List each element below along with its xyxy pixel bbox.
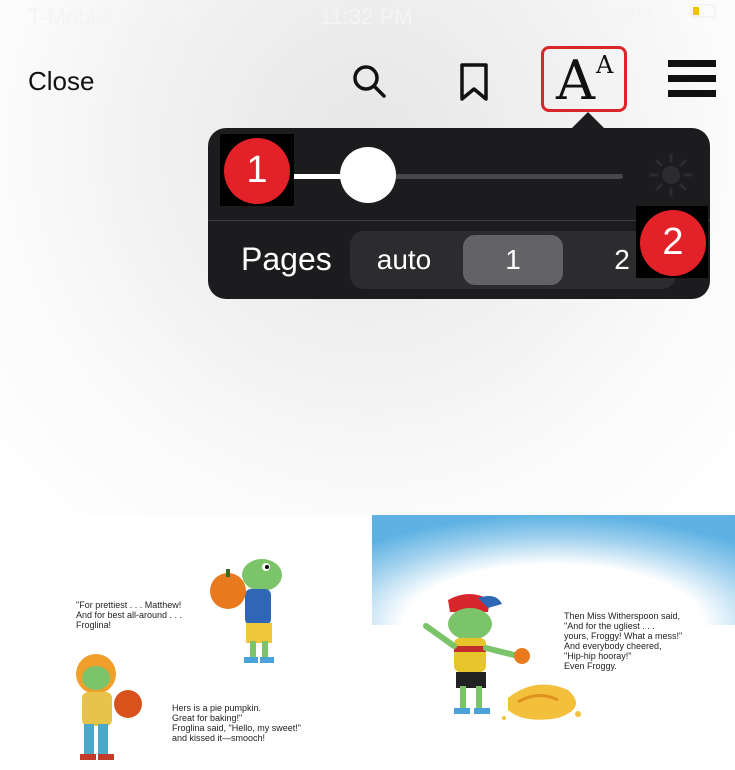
text-size-icon-small-a: A	[596, 51, 614, 79]
pages-label: Pages	[241, 241, 332, 277]
brightness-slider-thumb[interactable]	[340, 147, 396, 203]
carrier-label: T-Mobile	[28, 4, 113, 29]
callout-badge-2: 2	[640, 210, 706, 276]
froglina-illustration	[76, 654, 142, 760]
pages-option-1[interactable]: 1	[463, 235, 563, 285]
text-size-button[interactable]: A A	[541, 46, 627, 112]
close-button[interactable]: Close	[28, 66, 94, 97]
battery-icon	[690, 4, 716, 18]
frog-with-pumpkin-illustration	[210, 559, 282, 663]
menu-icon[interactable]	[668, 60, 716, 100]
bookmark-icon[interactable]	[456, 62, 492, 102]
search-icon[interactable]	[350, 62, 390, 102]
book-text-left-bottom: Hers is a pie pumpkin. Great for baking!…	[172, 703, 301, 743]
froggy-with-pie-illustration	[423, 594, 581, 720]
status-bar: T-Mobile 11:32 PM 17%	[0, 0, 735, 34]
callout-badge-1: 1	[224, 138, 290, 204]
battery-percent: 17%	[612, 4, 657, 29]
pages-option-auto[interactable]: auto	[350, 231, 458, 289]
wifi-icon	[168, 4, 194, 32]
sun-icon	[648, 152, 694, 198]
text-size-icon-large-a: A	[556, 49, 595, 112]
clock: 11:32 PM	[320, 4, 413, 29]
popover-divider	[208, 220, 710, 221]
book-text-left-top: "For prettiest . . . Matthew! And for be…	[76, 600, 183, 630]
